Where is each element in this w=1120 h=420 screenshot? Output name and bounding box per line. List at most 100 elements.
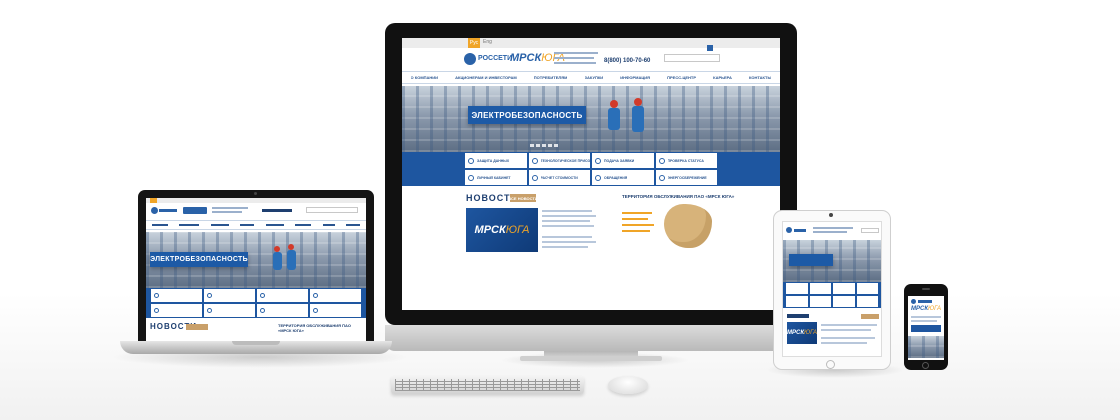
news-text-line (821, 329, 871, 331)
desktop-main-menu: О компании Акционерам и инвесторам Потре… (402, 71, 780, 84)
tablet-news-image[interactable]: МРСК ЮГА (787, 322, 817, 344)
desktop-services-grid: Защита данных Технологическое присоедине… (402, 152, 780, 186)
service-tile[interactable]: Личный кабинет (465, 170, 527, 185)
service-tile[interactable]: Обращения (592, 170, 654, 185)
desktop-news-image[interactable]: МРСК ЮГА (466, 208, 538, 252)
tablet-header-line (813, 231, 847, 233)
desktop-menu-item[interactable]: Закупки (585, 75, 604, 80)
territory-link[interactable] (622, 224, 654, 226)
service-tile[interactable] (809, 296, 831, 307)
desktop-hero-banner: ЭЛЕКТРОБЕЗОПАСНОСТЬ (402, 86, 780, 152)
laptop-top-strip (146, 198, 366, 203)
desktop-menu-item[interactable]: Акционерам и инвесторам (455, 75, 517, 80)
service-tile[interactable] (833, 283, 855, 294)
laptop-lang-switch[interactable] (150, 198, 157, 203)
desktop-menu-item[interactable]: Карьера (713, 75, 732, 80)
tablet-home-button[interactable] (826, 360, 835, 369)
news-text-line (542, 215, 596, 217)
desktop-lang-switch[interactable]: Рус (468, 38, 480, 48)
desktop-search-input[interactable] (664, 54, 720, 62)
laptop-banner-title[interactable]: ЭЛЕКТРОБЕЗОПАСНОСТЬ (150, 252, 248, 267)
service-tile[interactable] (204, 289, 255, 302)
service-tile[interactable] (856, 283, 878, 294)
desktop-hotline[interactable]: 8(800) 100-70-60 (604, 58, 650, 64)
laptop-territory-heading: ТЕРРИТОРИЯ ОБСЛУЖИВАНИЯ ПАО «МРСК ЮГА» (278, 323, 351, 333)
service-tile[interactable]: Проверка статуса (655, 153, 717, 168)
tablet-search-input[interactable] (861, 228, 879, 233)
laptop-services-grid (146, 288, 366, 318)
tablet-header-line (813, 227, 853, 229)
worker-helmet-icon (610, 100, 618, 108)
laptop-camera (254, 192, 257, 195)
desktop-all-news-button[interactable]: ВСЕ НОВОСТИ (508, 194, 538, 202)
service-tile[interactable]: Энергосбережение (655, 170, 717, 185)
service-tile[interactable] (151, 289, 202, 302)
laptop-notch (232, 341, 280, 345)
news-text-line (821, 337, 875, 339)
desktop-slider-dots[interactable] (530, 144, 558, 147)
tablet-banner-title[interactable] (789, 254, 833, 266)
keyboard (391, 376, 584, 394)
desktop-menu-item[interactable]: Информация (620, 75, 650, 80)
phone-mrsk-logo[interactable]: МРСКЮГА (911, 306, 941, 312)
phone-logo[interactable] (918, 300, 932, 303)
laptop-all-news-button[interactable] (186, 324, 208, 330)
service-tile[interactable] (310, 289, 361, 302)
service-tile[interactable]: Расчет стоимости (528, 170, 590, 185)
service-tile[interactable]: Технологическое присоединение (528, 153, 590, 168)
phone-menu-bar[interactable] (911, 325, 941, 332)
service-tile[interactable] (809, 283, 831, 294)
service-tile[interactable] (257, 304, 308, 317)
phone-hero-banner (908, 336, 944, 358)
service-tile[interactable] (310, 304, 361, 317)
news-text-line (821, 324, 877, 326)
social-icon[interactable] (707, 45, 713, 51)
tablet-all-news-button[interactable] (861, 314, 879, 319)
service-tile[interactable] (833, 296, 855, 307)
territory-link[interactable] (622, 212, 652, 214)
laptop-screen: ЭЛЕКТРОБЕЗОПАСНОСТЬ НОВОСТИ ТЕРРИТОРИЯ О… (146, 198, 366, 341)
laptop-slogan-line (212, 207, 248, 209)
desktop-menu-item[interactable]: Контакты (749, 75, 771, 80)
service-tile[interactable] (257, 289, 308, 302)
worker-figure (608, 108, 620, 130)
service-tile[interactable] (786, 296, 808, 307)
phone-home-button[interactable] (922, 362, 929, 369)
laptop-mrsk-logo[interactable] (183, 207, 207, 214)
news-text-line (542, 236, 592, 238)
news-text-line (542, 220, 590, 222)
desktop-rosseti-logo[interactable]: РОССЕТИ (478, 55, 512, 62)
service-tile[interactable] (786, 283, 808, 294)
laptop-hotline[interactable] (262, 209, 292, 212)
territory-link[interactable] (622, 218, 648, 220)
service-tile[interactable]: Подача заявки (592, 153, 654, 168)
tablet-news-heading (787, 314, 809, 318)
tablet-screen: МРСК ЮГА (782, 221, 882, 357)
phone-speaker (922, 288, 930, 290)
desktop-banner-title[interactable]: ЭЛЕКТРОБЕЗОПАСНОСТЬ (468, 106, 586, 124)
news-text-line (542, 246, 588, 248)
worker-helmet-icon (634, 98, 642, 106)
desktop-slogan-line (554, 62, 596, 64)
desktop-slogan-line (554, 52, 598, 54)
desktop-top-strip (402, 38, 780, 48)
territory-link[interactable] (622, 230, 650, 232)
desktop-slogan-line (554, 57, 594, 59)
phone-text-line (911, 316, 941, 318)
desktop-rosseti-logo-icon (464, 53, 476, 65)
desktop-territory-map[interactable] (664, 204, 712, 248)
service-tile[interactable]: Защита данных (465, 153, 527, 168)
desktop-menu-item[interactable]: Потребителям (534, 75, 568, 80)
desktop-menu-item[interactable]: Пресс-центр (667, 75, 696, 80)
desktop-menu-item[interactable]: О компании (411, 75, 439, 80)
laptop-rosseti-logo[interactable] (159, 209, 177, 212)
desktop-lang-alt[interactable]: Eng (483, 39, 492, 45)
service-tile[interactable] (204, 304, 255, 317)
worker-figure (632, 106, 644, 132)
laptop-search-input[interactable] (306, 207, 358, 213)
news-text-line (542, 210, 592, 212)
desktop-monitor-foot (520, 356, 662, 361)
service-tile[interactable] (151, 304, 202, 317)
service-tile[interactable] (856, 296, 878, 307)
tablet-logo[interactable] (794, 229, 806, 232)
